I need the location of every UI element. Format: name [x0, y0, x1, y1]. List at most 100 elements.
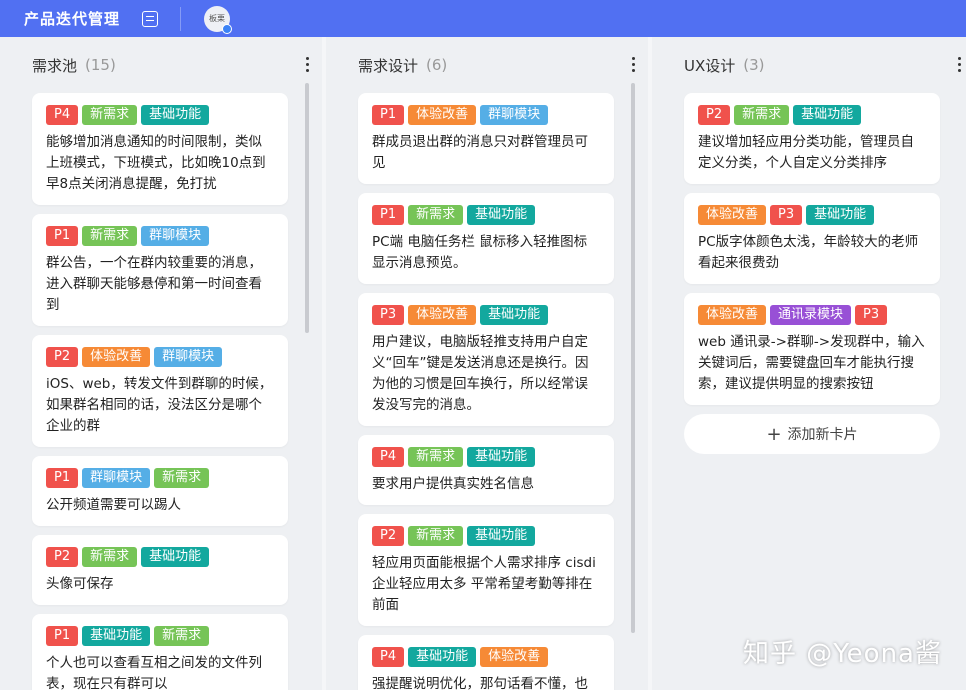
card-text: 用户建议，电脑版轻推支持用户自定义“回车”键是发送消息还是换行。因为他的习惯是回…	[372, 334, 589, 413]
tag: P4	[372, 647, 405, 667]
tag: P1	[46, 468, 79, 488]
tag: 新需求	[82, 105, 138, 125]
tag-list: P4 基础功能 体验改善	[372, 647, 600, 667]
card-text: 强提醒说明优化，那句话看不懂，也	[372, 676, 588, 690]
tag: 群聊模块	[480, 105, 549, 125]
add-card-button[interactable]: + 添加新卡片	[684, 414, 940, 454]
column: 需求池 (15) P4 新需求 基础功能 能够增加消息通知的时间限制，类似上班模式，下班…	[0, 37, 322, 690]
plus-icon: +	[766, 423, 782, 445]
card[interactable]: P1 新需求 基础功能 PC端 电脑任务栏 鼠标移入轻推图标显示消息预览。	[358, 193, 614, 284]
avatar-text: 板栗	[209, 14, 226, 23]
tag-list: P2 新需求 基础功能	[46, 547, 274, 567]
tag: 体验改善	[82, 347, 151, 367]
card[interactable]: P4 新需求 基础功能 能够增加消息通知的时间限制，类似上班模式，下班模式，比如晚10…	[32, 93, 288, 205]
card[interactable]: P2 新需求 基础功能建议增加轻应用分类功能，管理员自定义分类，个人自定义分类排序	[684, 93, 940, 184]
more-options-icon[interactable]	[306, 57, 310, 72]
tag-list: P2 新需求 基础功能	[372, 526, 600, 546]
card-list: P1 体验改善 群聊模块 群成员退出群的消息只对群管理员可见 P1 新需求 基础功能 PC端 …	[326, 93, 648, 690]
tag: 基础功能	[467, 526, 536, 546]
menu-icon[interactable]	[142, 10, 159, 27]
card[interactable]: P3 体验改善 基础功能用户建议，电脑版轻推支持用户自定义“回车”键是发送消息还是换…	[358, 293, 614, 426]
tag-list: P1 新需求 基础功能	[372, 205, 600, 225]
card[interactable]: P4 新需求 基础功能要求用户提供真实姓名信息	[358, 435, 614, 505]
divider	[180, 6, 182, 31]
card[interactable]: P1 体验改善 群聊模块 群成员退出群的消息只对群管理员可见	[358, 93, 614, 184]
card-list: P4 新需求 基础功能 能够增加消息通知的时间限制，类似上班模式，下班模式，比如晚10…	[0, 93, 322, 690]
card-text: 头像可保存	[46, 576, 114, 592]
column-count: (15)	[85, 56, 116, 74]
tag-list: 体验改善 通讯录模块 P3	[698, 305, 926, 325]
tag-list: P2 新需求 基础功能	[698, 105, 926, 125]
tag: P4	[372, 447, 405, 467]
more-options-icon[interactable]	[632, 57, 636, 72]
tag: 基础功能	[408, 647, 477, 667]
card[interactable]: 体验改善 P3 基础功能 PC版字体颜色太浅，年龄较大的老师看起来很费劲	[684, 193, 940, 284]
tag-list: P4 新需求 基础功能	[372, 447, 600, 467]
tag: 新需求	[154, 626, 210, 646]
tag: 新需求	[154, 468, 210, 488]
card-text: 个人也可以查看互相之间发的文件列表，现在只有群可以	[46, 655, 262, 690]
scrollbar[interactable]	[305, 83, 309, 333]
tag: 群聊模块	[82, 468, 151, 488]
column-count: (3)	[743, 56, 765, 74]
tag: 基础功能	[82, 626, 151, 646]
card[interactable]: P1 新需求 群聊模块 群公告，一个在群内较重要的消息，进入群聊天能够悬停和第一时间查…	[32, 214, 288, 326]
tag-list: P3 体验改善 基础功能	[372, 305, 600, 325]
column-title: 需求设计	[358, 56, 419, 75]
tag: 新需求	[408, 447, 464, 467]
tag: P1	[46, 226, 79, 246]
tag: 新需求	[82, 547, 138, 567]
card[interactable]: P2 体验改善 群聊模块 iOS、web，转发文件到群聊的时候，如果群名相同的话，没法…	[32, 335, 288, 447]
card[interactable]: P4 基础功能 体验改善强提醒说明优化，那句话看不懂，也	[358, 635, 614, 690]
column-header: 需求设计 (6)	[326, 37, 648, 93]
app-title: 产品迭代管理	[24, 10, 121, 28]
card[interactable]: P1 群聊模块 新需求公开频道需要可以踢人	[32, 456, 288, 526]
card[interactable]: P2 新需求 基础功能轻应用页面能根据个人需求排序 cisdi企业轻应用太多 平常希…	[358, 514, 614, 626]
tag: 体验改善	[480, 647, 549, 667]
tag: 基础功能	[467, 447, 536, 467]
avatar[interactable]: 板栗	[204, 5, 233, 34]
tag: 基础功能	[480, 305, 549, 325]
add-card-label: 添加新卡片	[787, 427, 858, 443]
tag-list: P1 群聊模块 新需求	[46, 468, 274, 488]
tag: P2	[698, 105, 731, 125]
tag: 体验改善	[698, 205, 767, 225]
tag-list: P2 体验改善 群聊模块	[46, 347, 274, 367]
tag-list: P1 新需求 群聊模块	[46, 226, 274, 246]
tag: 新需求	[408, 526, 464, 546]
tag: P2	[46, 347, 79, 367]
tag: 体验改善	[698, 305, 767, 325]
card[interactable]: 体验改善 通讯录模块 P3 web 通讯录->群聊->发现群中，输入关键词后，需要键盘…	[684, 293, 940, 405]
kanban-board: 需求池 (15) P4 新需求 基础功能 能够增加消息通知的时间限制，类似上班模式，下班…	[0, 37, 966, 690]
tag: 群聊模块	[141, 226, 210, 246]
tag: P3	[372, 305, 405, 325]
card-text: 要求用户提供真实姓名信息	[372, 476, 534, 492]
card[interactable]: P2 新需求 基础功能头像可保存	[32, 535, 288, 605]
more-options-icon[interactable]	[958, 57, 962, 72]
card-text: 建议增加轻应用分类功能，管理员自定义分类，个人自定义分类排序	[698, 134, 914, 171]
card[interactable]: P1 基础功能 新需求个人也可以查看互相之间发的文件列表，现在只有群可以	[32, 614, 288, 690]
card-text: 公开频道需要可以踢人	[46, 497, 181, 513]
tag: 体验改善	[408, 305, 477, 325]
column: 需求设计 (6) P1 体验改善 群聊模块 群成员退出群的消息只对群管理员可见 P1 新需求…	[326, 37, 648, 690]
tag: P2	[46, 547, 79, 567]
card-text: 轻应用页面能根据个人需求排序 cisdi企业轻应用太多 平常希望考勤等排在前面	[372, 555, 596, 613]
tag: P3	[855, 305, 888, 325]
tag: P3	[770, 205, 803, 225]
card-text: iOS、web，转发文件到群聊的时候，如果群名相同的话，没法区分是哪个企业的群	[46, 376, 273, 434]
user-icon	[222, 23, 233, 34]
tag: P1	[372, 105, 405, 125]
card-list: P2 新需求 基础功能建议增加轻应用分类功能，管理员自定义分类，个人自定义分类排序体…	[652, 93, 966, 454]
tag: 群聊模块	[154, 347, 223, 367]
tag-list: P1 基础功能 新需求	[46, 626, 274, 646]
scrollbar[interactable]	[631, 83, 635, 633]
column: UX设计 (3) P2 新需求 基础功能 建议增加轻应用分类功能，管理员自定义分类，个人…	[652, 37, 966, 690]
card-text: PC版字体颜色太浅，年龄较大的老师看起来很费劲	[698, 234, 919, 271]
tag: P2	[372, 526, 405, 546]
tag: P1	[372, 205, 405, 225]
tag: 基础功能	[141, 547, 210, 567]
tag: 体验改善	[408, 105, 477, 125]
tag-list: P1 体验改善 群聊模块	[372, 105, 600, 125]
tag: 新需求	[82, 226, 138, 246]
column-header: 需求池 (15)	[0, 37, 322, 93]
